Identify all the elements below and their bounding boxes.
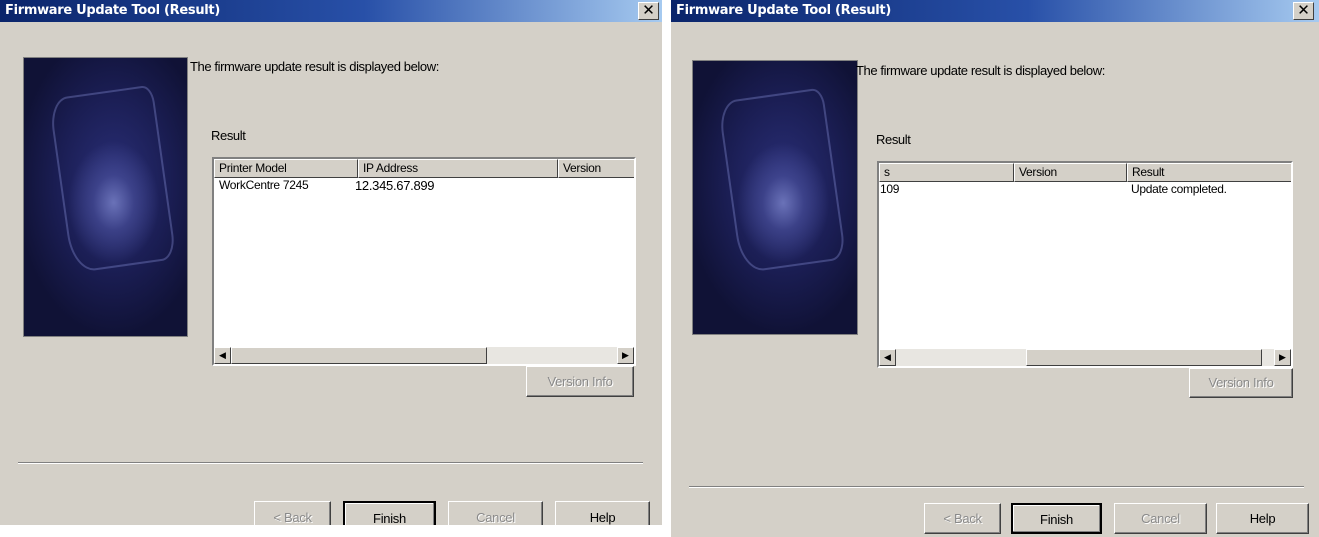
intro-text: The firmware update result is displayed … bbox=[856, 63, 1105, 78]
firmware-result-dialog-1: Firmware Update Tool (Result) ✕ The firm… bbox=[0, 0, 662, 525]
scroll-thumb[interactable] bbox=[231, 347, 487, 364]
intro-text: The firmware update result is displayed … bbox=[190, 59, 439, 74]
chevron-right-icon[interactable]: ▶ bbox=[617, 347, 634, 364]
footer-separator bbox=[689, 486, 1304, 488]
cell-printer-model: WorkCentre 7245 bbox=[219, 178, 309, 192]
cell-s: 109 bbox=[880, 182, 900, 196]
table-row[interactable]: 109 Update completed. bbox=[879, 182, 1291, 199]
horizontal-scrollbar[interactable]: ◀ ▶ bbox=[879, 349, 1291, 366]
version-info-button[interactable]: Version Info bbox=[526, 366, 634, 397]
list-header: Printer Model IP Address Version bbox=[214, 159, 634, 178]
cancel-button[interactable]: Cancel bbox=[1114, 503, 1207, 534]
title-bar: Firmware Update Tool (Result) ✕ bbox=[0, 0, 662, 22]
window-title: Firmware Update Tool (Result) bbox=[5, 3, 220, 18]
cancel-button[interactable]: Cancel bbox=[448, 501, 543, 525]
window-title: Firmware Update Tool (Result) bbox=[676, 3, 891, 18]
cell-ip-address: 12.345.67.899 bbox=[355, 178, 435, 193]
help-button[interactable]: Help bbox=[1216, 503, 1309, 534]
column-header-result[interactable]: Result bbox=[1127, 163, 1291, 182]
result-list[interactable]: s Version Result 109 Update completed. ◀… bbox=[877, 161, 1293, 368]
title-bar: Firmware Update Tool (Result) ✕ bbox=[671, 0, 1319, 22]
chevron-left-icon[interactable]: ◀ bbox=[879, 349, 896, 366]
result-label: Result bbox=[211, 128, 246, 143]
column-header-ip-address[interactable]: IP Address bbox=[358, 159, 558, 178]
wizard-side-image bbox=[692, 60, 858, 335]
result-label: Result bbox=[876, 132, 911, 147]
cell-result: Update completed. bbox=[1131, 182, 1227, 196]
table-row[interactable]: WorkCentre 7245 12.345.67.899 bbox=[214, 178, 634, 195]
footer-separator bbox=[18, 462, 643, 464]
firmware-result-dialog-2: Firmware Update Tool (Result) ✕ The firm… bbox=[671, 0, 1319, 537]
column-header-printer-model[interactable]: Printer Model bbox=[214, 159, 358, 178]
close-icon[interactable]: ✕ bbox=[1293, 2, 1314, 20]
finish-button[interactable]: Finish bbox=[343, 501, 436, 525]
chevron-left-icon[interactable]: ◀ bbox=[214, 347, 231, 364]
scroll-thumb[interactable] bbox=[1026, 349, 1262, 366]
horizontal-scrollbar[interactable]: ◀ ▶ bbox=[214, 347, 634, 364]
close-icon[interactable]: ✕ bbox=[638, 2, 659, 20]
column-header-s[interactable]: s bbox=[879, 163, 1014, 182]
finish-button[interactable]: Finish bbox=[1011, 503, 1102, 534]
back-button[interactable]: < Back bbox=[924, 503, 1001, 534]
wizard-side-image bbox=[23, 57, 188, 337]
chevron-right-icon[interactable]: ▶ bbox=[1274, 349, 1291, 366]
result-list[interactable]: Printer Model IP Address Version WorkCen… bbox=[212, 157, 636, 366]
version-info-button[interactable]: Version Info bbox=[1189, 368, 1293, 398]
column-header-version[interactable]: Version bbox=[558, 159, 634, 178]
list-header: s Version Result bbox=[879, 163, 1291, 182]
column-header-version[interactable]: Version bbox=[1014, 163, 1127, 182]
help-button[interactable]: Help bbox=[555, 501, 650, 525]
back-button[interactable]: < Back bbox=[254, 501, 331, 525]
